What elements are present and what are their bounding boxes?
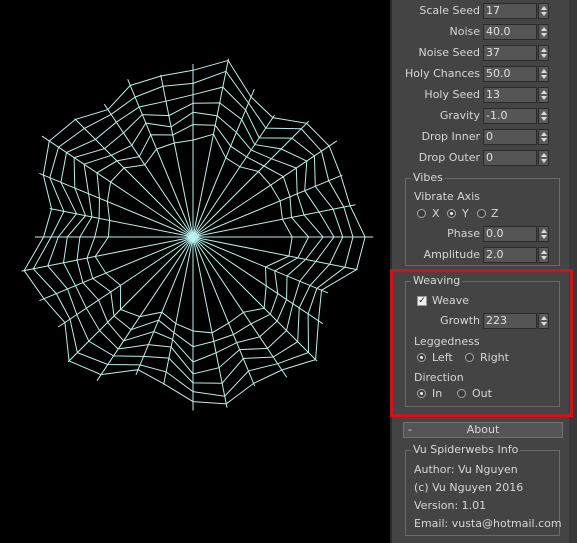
axis-x-radio[interactable] [417,209,426,218]
spinner-value[interactable]: 13 [483,87,537,103]
spinner-value[interactable]: 0 [483,129,537,145]
param-row-holy-seed: Holy Seed [392,87,480,103]
spinner-arrows[interactable] [538,226,549,242]
param-label: Noise Seed [418,46,480,59]
param-row-gravity: Gravity [392,108,480,124]
email-text: Email: vusta@hotmail.com [414,517,562,530]
spinner-value[interactable]: 37 [483,45,537,61]
holy-chances-spinner[interactable]: 50.0 [483,66,549,82]
spinner-value[interactable]: 0.0 [483,226,537,242]
gravity-spinner[interactable]: -1.0 [483,108,549,124]
spinner-arrows[interactable] [538,150,549,166]
copyright-text: (c) Vu Nguyen 2016 [414,481,524,494]
spinner-arrows[interactable] [538,24,549,40]
vibes-group-title: Vibes [411,171,445,184]
param-label: Noise [449,25,480,38]
phase-row: Phase [392,226,480,242]
spinner-arrows[interactable] [538,3,549,19]
spinner-arrows[interactable] [538,129,549,145]
spinner-arrows[interactable] [538,108,549,124]
param-label: Drop Inner [421,130,480,143]
axis-z-radio[interactable] [477,209,486,218]
vibrate-axis-label: Vibrate Axis [414,190,480,203]
param-row-holy-chances: Holy Chances [392,66,480,82]
param-row-noise: Noise [392,24,480,40]
spinner-arrows[interactable] [538,247,549,263]
web-spoke [74,118,194,238]
amplitude-spinner[interactable]: 2.0 [483,247,549,263]
web-spoke [39,236,194,302]
phase-label: Phase [447,227,480,240]
web-spoke [192,236,329,294]
web-spoke [39,172,194,238]
axis-x-label: X [432,207,440,220]
axis-z-label: Z [491,207,499,220]
param-row-noise-seed: Noise Seed [392,45,480,61]
spinner-arrows[interactable] [538,45,549,61]
web-spoke [192,88,255,238]
spinner-value[interactable]: 40.0 [483,24,537,40]
version-text: Version: 1.01 [414,499,487,512]
param-label: Holy Chances [405,67,480,80]
param-row-drop-outer: Drop Outer [392,150,480,166]
viewport[interactable] [0,0,390,543]
web-spoke [67,236,194,363]
spinner-value[interactable]: -1.0 [483,108,537,124]
param-row-drop-inner: Drop Inner [392,129,480,145]
drop-outer-spinner[interactable]: 0 [483,150,549,166]
holy-seed-spinner[interactable]: 13 [483,87,549,103]
web-spoke [192,174,343,238]
info-group-title: Vu Spiderwebs Info [411,443,521,456]
param-label: Drop Outer [418,151,480,164]
spiderweb-drawing [21,58,374,411]
spinner-value[interactable]: 50.0 [483,66,537,82]
param-row-scale-seed: Scale Seed [392,3,480,19]
amplitude-label: Amplitude [423,248,480,261]
web-spoke [135,236,194,376]
param-label: Holy Seed [424,88,480,101]
about-rollout-title: About [466,423,500,436]
web-spoke [127,79,194,238]
about-rollout-header[interactable]: - About [403,422,563,438]
noise-spinner[interactable]: 40.0 [483,24,549,40]
web-hub [189,233,197,241]
weaving-highlight-box [390,269,573,417]
author-text: Author: Vu Nguyen [414,463,518,476]
spinner-value[interactable]: 2.0 [483,247,537,263]
param-label: Scale Seed [419,4,480,17]
scale-seed-spinner[interactable]: 17 [483,3,549,19]
phase-spinner[interactable]: 0.0 [483,226,549,242]
spinner-arrows[interactable] [538,87,549,103]
spinner-value[interactable]: 0 [483,150,537,166]
noise-seed-spinner[interactable]: 37 [483,45,549,61]
axis-y-radio[interactable] [447,209,456,218]
amplitude-row: Amplitude [392,247,480,263]
param-label: Gravity [439,109,480,122]
spinner-arrows[interactable] [538,66,549,82]
axis-y-label: Y [462,207,469,220]
spinner-value[interactable]: 17 [483,3,537,19]
drop-inner-spinner[interactable]: 0 [483,129,549,145]
